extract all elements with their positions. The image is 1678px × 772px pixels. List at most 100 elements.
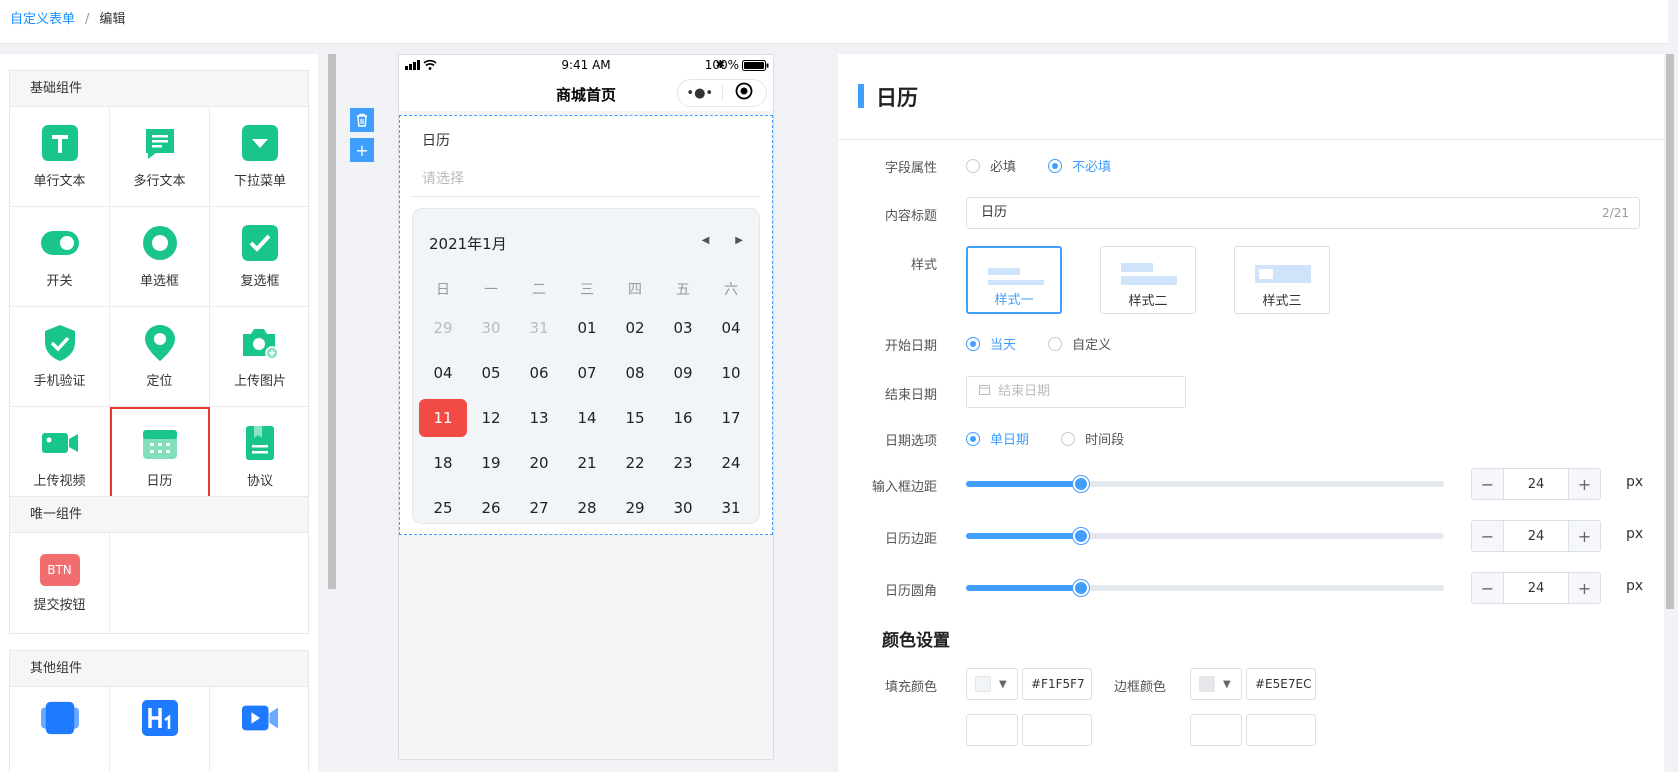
stepper-value[interactable]: 24: [1504, 521, 1568, 551]
calendar-day[interactable]: 30: [659, 485, 707, 530]
color-picker-partial-2[interactable]: [1190, 714, 1242, 746]
more-dots-icon[interactable]: •●•: [678, 86, 722, 101]
component-banner[interactable]: [10, 687, 110, 772]
decrement-button[interactable]: −: [1472, 521, 1504, 551]
calendar-day[interactable]: 19: [467, 440, 515, 485]
calendar-day[interactable]: 29: [611, 485, 659, 530]
component-multi-line-text[interactable]: 多行文本: [110, 107, 210, 207]
calendar-day[interactable]: 15: [611, 395, 659, 440]
calendar-day[interactable]: 24: [707, 440, 755, 485]
next-month-icon[interactable]: ▶: [735, 235, 743, 246]
breadcrumb-parent-link[interactable]: 自定义表单: [10, 12, 75, 27]
slider-handle[interactable]: [1072, 580, 1089, 596]
style-option-2[interactable]: 样式二: [1100, 246, 1196, 314]
calendar-day[interactable]: 12: [467, 395, 515, 440]
calendar-radius-slider[interactable]: [966, 580, 1444, 596]
calendar-day[interactable]: 29: [419, 305, 467, 350]
slider-handle[interactable]: [1072, 528, 1089, 544]
component-dropdown[interactable]: 下拉菜单: [210, 107, 310, 207]
calendar-day-selected[interactable]: 11: [419, 395, 467, 440]
field-placeholder[interactable]: 请选择: [422, 168, 464, 188]
color-input-partial[interactable]: [1022, 714, 1092, 746]
calendar-day[interactable]: 09: [659, 350, 707, 395]
stepper-value[interactable]: 24: [1504, 469, 1568, 499]
calendar-day[interactable]: 21: [563, 440, 611, 485]
calendar-day[interactable]: 18: [419, 440, 467, 485]
calendar-day[interactable]: 04: [707, 305, 755, 350]
component-calendar[interactable]: 日历: [110, 407, 210, 507]
calendar-day[interactable]: 20: [515, 440, 563, 485]
style-option-1[interactable]: 样式一: [966, 246, 1062, 314]
calendar-day[interactable]: 30: [467, 305, 515, 350]
calendar-day[interactable]: 04: [419, 350, 467, 395]
calendar-margin-slider[interactable]: [966, 528, 1444, 544]
content-title-input[interactable]: 日历 2/21: [966, 197, 1640, 229]
calendar-day[interactable]: 27: [515, 485, 563, 530]
end-date-picker[interactable]: 结束日期: [966, 376, 1186, 408]
component-checkbox[interactable]: 复选框: [210, 207, 310, 307]
component-toggle[interactable]: 开关: [10, 207, 110, 307]
calendar-day[interactable]: 03: [659, 305, 707, 350]
calendar-day[interactable]: 05: [467, 350, 515, 395]
component-location[interactable]: 定位: [110, 307, 210, 407]
decrement-button[interactable]: −: [1472, 469, 1504, 499]
radio-optional[interactable]: 不必填: [1048, 156, 1111, 175]
calendar-day[interactable]: 26: [467, 485, 515, 530]
calendar-day[interactable]: 17: [707, 395, 755, 440]
component-heading[interactable]: [110, 687, 210, 772]
stepper-value[interactable]: 24: [1504, 573, 1568, 603]
component-upload-video[interactable]: 上传视频: [10, 407, 110, 507]
component-radio[interactable]: 单选框: [110, 207, 210, 307]
border-color-input[interactable]: #E5E7EC: [1246, 668, 1316, 700]
style-option-3[interactable]: 样式三: [1234, 246, 1330, 314]
fill-color-input[interactable]: #F1F5F7: [1022, 668, 1092, 700]
calendar-day[interactable]: 13: [515, 395, 563, 440]
component-label: 单行文本: [33, 174, 86, 189]
calendar-day[interactable]: 22: [611, 440, 659, 485]
radio-custom[interactable]: 自定义: [1048, 334, 1111, 353]
calendar-day[interactable]: 31: [707, 485, 755, 530]
increment-button[interactable]: +: [1568, 573, 1600, 603]
right-panel-scrollbar[interactable]: [1666, 54, 1674, 609]
radio-today[interactable]: 当天: [966, 334, 1016, 353]
increment-button[interactable]: +: [1568, 469, 1600, 499]
date-option-label: 日期选项: [884, 434, 937, 449]
left-panel-scrollbar[interactable]: [328, 54, 336, 589]
radio-required[interactable]: 必填: [966, 156, 1016, 175]
multiline-text-icon: [141, 124, 179, 162]
calendar-day[interactable]: 02: [611, 305, 659, 350]
calendar-day[interactable]: 16: [659, 395, 707, 440]
calendar-day[interactable]: 07: [563, 350, 611, 395]
increment-button[interactable]: +: [1568, 521, 1600, 551]
border-color-picker[interactable]: ▼: [1190, 668, 1242, 700]
color-picker-partial[interactable]: [966, 714, 1018, 746]
component-video-player[interactable]: [210, 687, 310, 772]
radio-single-date[interactable]: 单日期: [966, 429, 1029, 448]
calendar-day[interactable]: 14: [563, 395, 611, 440]
radio-date-range[interactable]: 时间段: [1061, 429, 1124, 448]
settings-header: 日历: [838, 54, 1664, 140]
calendar-day[interactable]: 28: [563, 485, 611, 530]
add-icon[interactable]: +: [350, 138, 374, 162]
fill-color-picker[interactable]: ▼: [966, 668, 1018, 700]
close-target-icon[interactable]: [723, 82, 767, 104]
calendar-day[interactable]: 08: [611, 350, 659, 395]
calendar-day[interactable]: 01: [563, 305, 611, 350]
component-submit-button[interactable]: BTN 提交按钮: [10, 533, 110, 633]
calendar-day[interactable]: 31: [515, 305, 563, 350]
calendar-day[interactable]: 06: [515, 350, 563, 395]
calendar-day[interactable]: 25: [419, 485, 467, 530]
slider-handle[interactable]: [1072, 476, 1089, 492]
component-upload-image[interactable]: 上传图片: [210, 307, 310, 407]
component-single-line-text[interactable]: 单行文本: [10, 107, 110, 207]
calendar-day[interactable]: 23: [659, 440, 707, 485]
decrement-button[interactable]: −: [1472, 573, 1504, 603]
delete-icon[interactable]: [350, 108, 374, 132]
calendar-component-preview[interactable]: 日历 请选择 2021年1月 ◀ ▶ 日一二三四五六 29 30 31 01 02 03 04…: [399, 115, 773, 535]
input-margin-slider[interactable]: [966, 476, 1444, 492]
component-agreement[interactable]: 协议: [210, 407, 310, 507]
component-phone-verify[interactable]: 手机验证: [10, 307, 110, 407]
calendar-day[interactable]: 10: [707, 350, 755, 395]
prev-month-icon[interactable]: ◀: [702, 235, 710, 246]
color-input-partial-2[interactable]: [1246, 714, 1316, 746]
